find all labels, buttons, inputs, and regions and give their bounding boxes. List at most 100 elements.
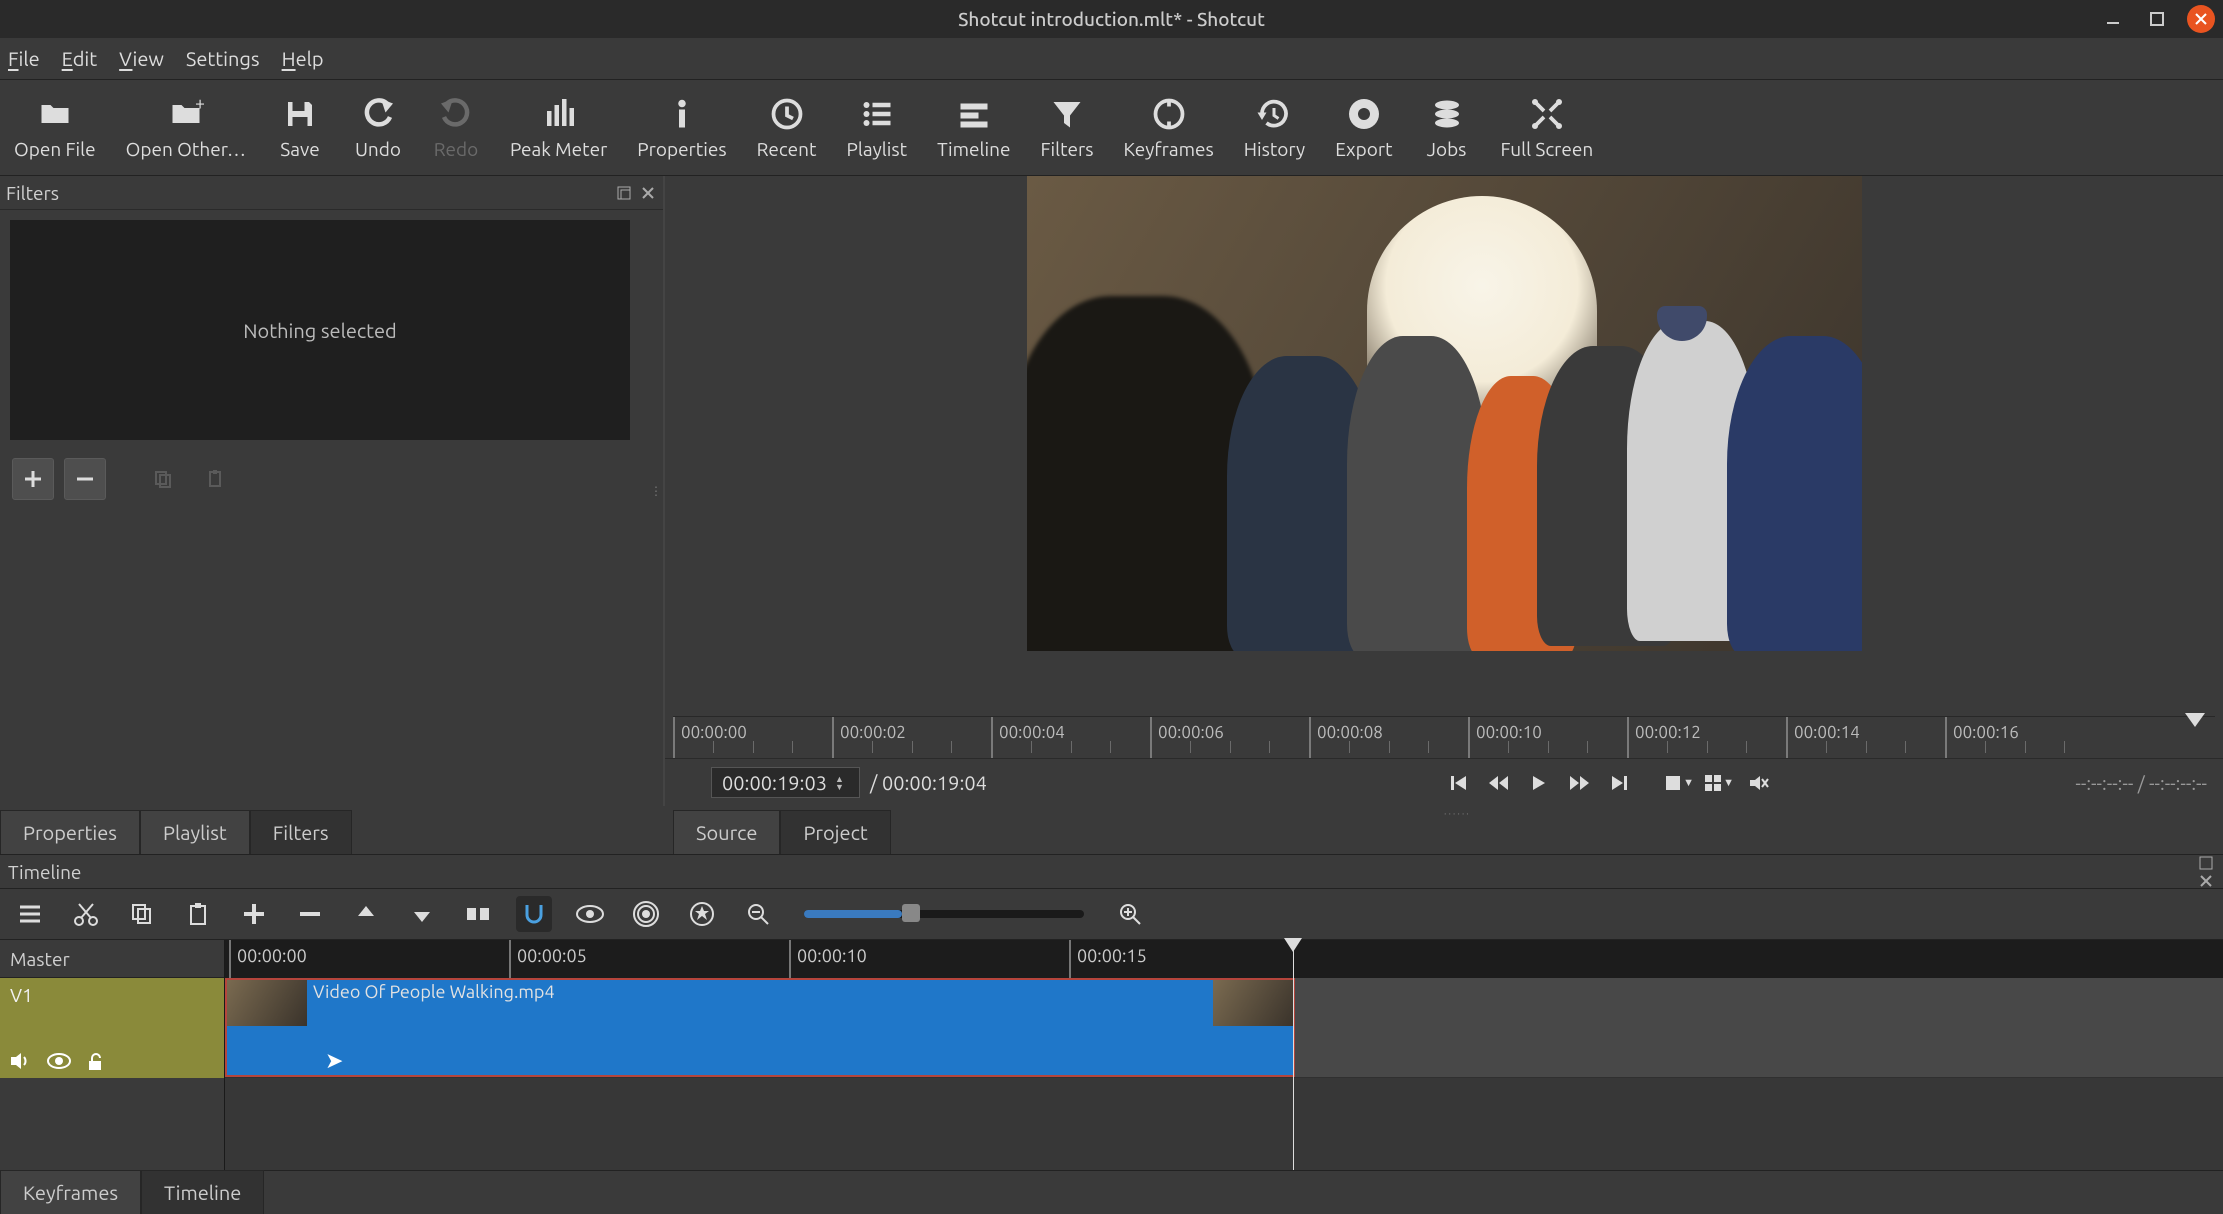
ruler-tick: 00:00:04	[991, 717, 1065, 758]
save-button[interactable]: Save	[270, 92, 330, 164]
tracks-area[interactable]: 00:00:0000:00:0500:00:1000:00:15 Video O…	[225, 940, 2223, 1170]
timeline-tick: 00:00:10	[789, 940, 867, 978]
video-preview[interactable]	[1027, 176, 1862, 651]
paste-filter-button	[194, 458, 236, 500]
main-toolbar: Open File +Open Other… Save Undo Redo Pe…	[0, 80, 2223, 176]
cut-button[interactable]	[68, 896, 104, 932]
lock-icon[interactable]	[86, 1052, 106, 1072]
timeline-button[interactable]: Timeline	[931, 92, 1016, 164]
tab-source[interactable]: Source	[673, 810, 780, 854]
keyframes-button[interactable]: Keyframes	[1117, 92, 1219, 164]
mute-icon[interactable]	[10, 1052, 32, 1072]
time-stepper[interactable]: ▲▼	[835, 775, 849, 791]
open-file-button[interactable]: Open File	[8, 92, 102, 164]
resize-handle-horiz-icon[interactable]: ······	[1444, 808, 1471, 819]
full-screen-button[interactable]: Full Screen	[1495, 92, 1600, 164]
maximize-button[interactable]	[2143, 5, 2171, 33]
close-timeline-icon[interactable]	[2197, 872, 2215, 890]
window-title: Shotcut introduction.mlt* - Shotcut	[958, 8, 1265, 30]
lift-button[interactable]	[348, 896, 384, 932]
rewind-button[interactable]	[1484, 768, 1514, 798]
zoom-out-button[interactable]	[740, 896, 776, 932]
ripple-all-button[interactable]	[684, 896, 720, 932]
timeline-ruler[interactable]: 00:00:0000:00:0500:00:1000:00:15	[225, 940, 2223, 978]
undo-button[interactable]: Undo	[348, 92, 408, 164]
append-button[interactable]	[236, 896, 272, 932]
undock-icon[interactable]	[615, 184, 633, 202]
skip-start-button[interactable]	[1444, 768, 1474, 798]
v1-track-header[interactable]: V1	[0, 978, 224, 1078]
close-panel-icon[interactable]	[639, 184, 657, 202]
minimize-button[interactable]	[2099, 5, 2127, 33]
remove-button[interactable]	[292, 896, 328, 932]
tab-playlist[interactable]: Playlist	[140, 810, 250, 854]
redo-button[interactable]: Redo	[426, 92, 486, 164]
tab-filters[interactable]: Filters	[250, 810, 352, 854]
filters-panel-header: Filters	[0, 176, 663, 210]
volume-mute-button[interactable]	[1744, 768, 1774, 798]
recent-button[interactable]: Recent	[751, 92, 823, 164]
track-row-v1[interactable]: Video Of People Walking.mp4 ➤	[225, 978, 2223, 1078]
menu-file[interactable]: File	[8, 47, 40, 70]
total-time: / 00:00:19:04	[870, 771, 987, 794]
track-name: V1	[10, 984, 214, 1006]
ruler-tick: 00:00:08	[1309, 717, 1383, 758]
current-time: 00:00:19:03	[722, 771, 827, 794]
jobs-button[interactable]: Jobs	[1417, 92, 1477, 164]
tab-properties[interactable]: Properties	[0, 810, 140, 854]
play-button[interactable]	[1524, 768, 1554, 798]
preview-ruler[interactable]: 00:00:0000:00:0200:00:0400:00:0600:00:08…	[673, 716, 2215, 758]
preview-ruler-playhead-icon[interactable]	[2185, 713, 2205, 727]
timeline-panel-header: Timeline	[0, 854, 2223, 888]
ruler-tick: 00:00:16	[1945, 717, 2019, 758]
timeline-tick: 00:00:05	[509, 940, 587, 978]
timeline-panel-title: Timeline	[8, 861, 81, 883]
split-button[interactable]	[460, 896, 496, 932]
zoom-fit-button[interactable]: ▼	[1664, 768, 1694, 798]
snap-button[interactable]	[516, 896, 552, 932]
video-clip[interactable]: Video Of People Walking.mp4	[225, 978, 1295, 1077]
history-button[interactable]: History	[1238, 92, 1311, 164]
grid-button[interactable]: ▼	[1704, 768, 1734, 798]
properties-button[interactable]: Properties	[631, 92, 732, 164]
close-button[interactable]	[2187, 5, 2215, 33]
ruler-tick: 00:00:12	[1627, 717, 1701, 758]
resize-handle-icon[interactable]: ⋮	[650, 484, 663, 498]
playlist-button[interactable]: Playlist	[840, 92, 913, 164]
zoom-slider[interactable]	[804, 910, 1084, 918]
skip-end-button[interactable]	[1604, 768, 1634, 798]
overwrite-button[interactable]	[404, 896, 440, 932]
timeline-playhead[interactable]	[1293, 940, 1294, 1170]
menu-edit[interactable]: Edit	[62, 47, 97, 70]
add-filter-button[interactable]	[12, 458, 54, 500]
tab-project[interactable]: Project	[780, 810, 890, 854]
paste-button[interactable]	[180, 896, 216, 932]
ruler-tick: 00:00:14	[1786, 717, 1860, 758]
tab-timeline[interactable]: Timeline	[141, 1170, 264, 1214]
master-track-header[interactable]: Master	[0, 940, 224, 978]
undock-timeline-icon[interactable]	[2197, 854, 2215, 872]
zoom-in-button[interactable]	[1112, 896, 1148, 932]
open-other-button[interactable]: +Open Other…	[120, 92, 252, 164]
clip-label: Video Of People Walking.mp4	[313, 982, 555, 1002]
peak-meter-button[interactable]: Peak Meter	[504, 92, 613, 164]
current-time-box[interactable]: 00:00:19:03 ▲▼	[711, 767, 860, 798]
fast-forward-button[interactable]	[1564, 768, 1594, 798]
export-button[interactable]: Export	[1329, 92, 1398, 164]
copy-button[interactable]	[124, 896, 160, 932]
menu-settings[interactable]: Settings	[186, 47, 260, 70]
filters-button[interactable]: Filters	[1034, 92, 1099, 164]
preview-panel: 00:00:0000:00:0200:00:0400:00:0600:00:08…	[665, 176, 2223, 806]
ripple-button[interactable]	[628, 896, 664, 932]
hide-icon[interactable]	[46, 1052, 72, 1072]
timeline-menu-button[interactable]	[12, 896, 48, 932]
ruler-tick: 00:00:00	[673, 717, 747, 758]
tab-keyframes[interactable]: Keyframes	[0, 1170, 141, 1214]
filters-empty-state: Nothing selected	[10, 220, 630, 440]
filters-panel: Filters Nothing selected ⋮	[0, 176, 665, 806]
menu-help[interactable]: Help	[282, 47, 324, 70]
playback-bar: 00:00:19:03 ▲▼ / 00:00:19:04 ▼ ▼ --:--:-…	[665, 758, 2223, 806]
scrub-button[interactable]	[572, 896, 608, 932]
menu-view[interactable]: View	[119, 47, 164, 70]
remove-filter-button[interactable]	[64, 458, 106, 500]
